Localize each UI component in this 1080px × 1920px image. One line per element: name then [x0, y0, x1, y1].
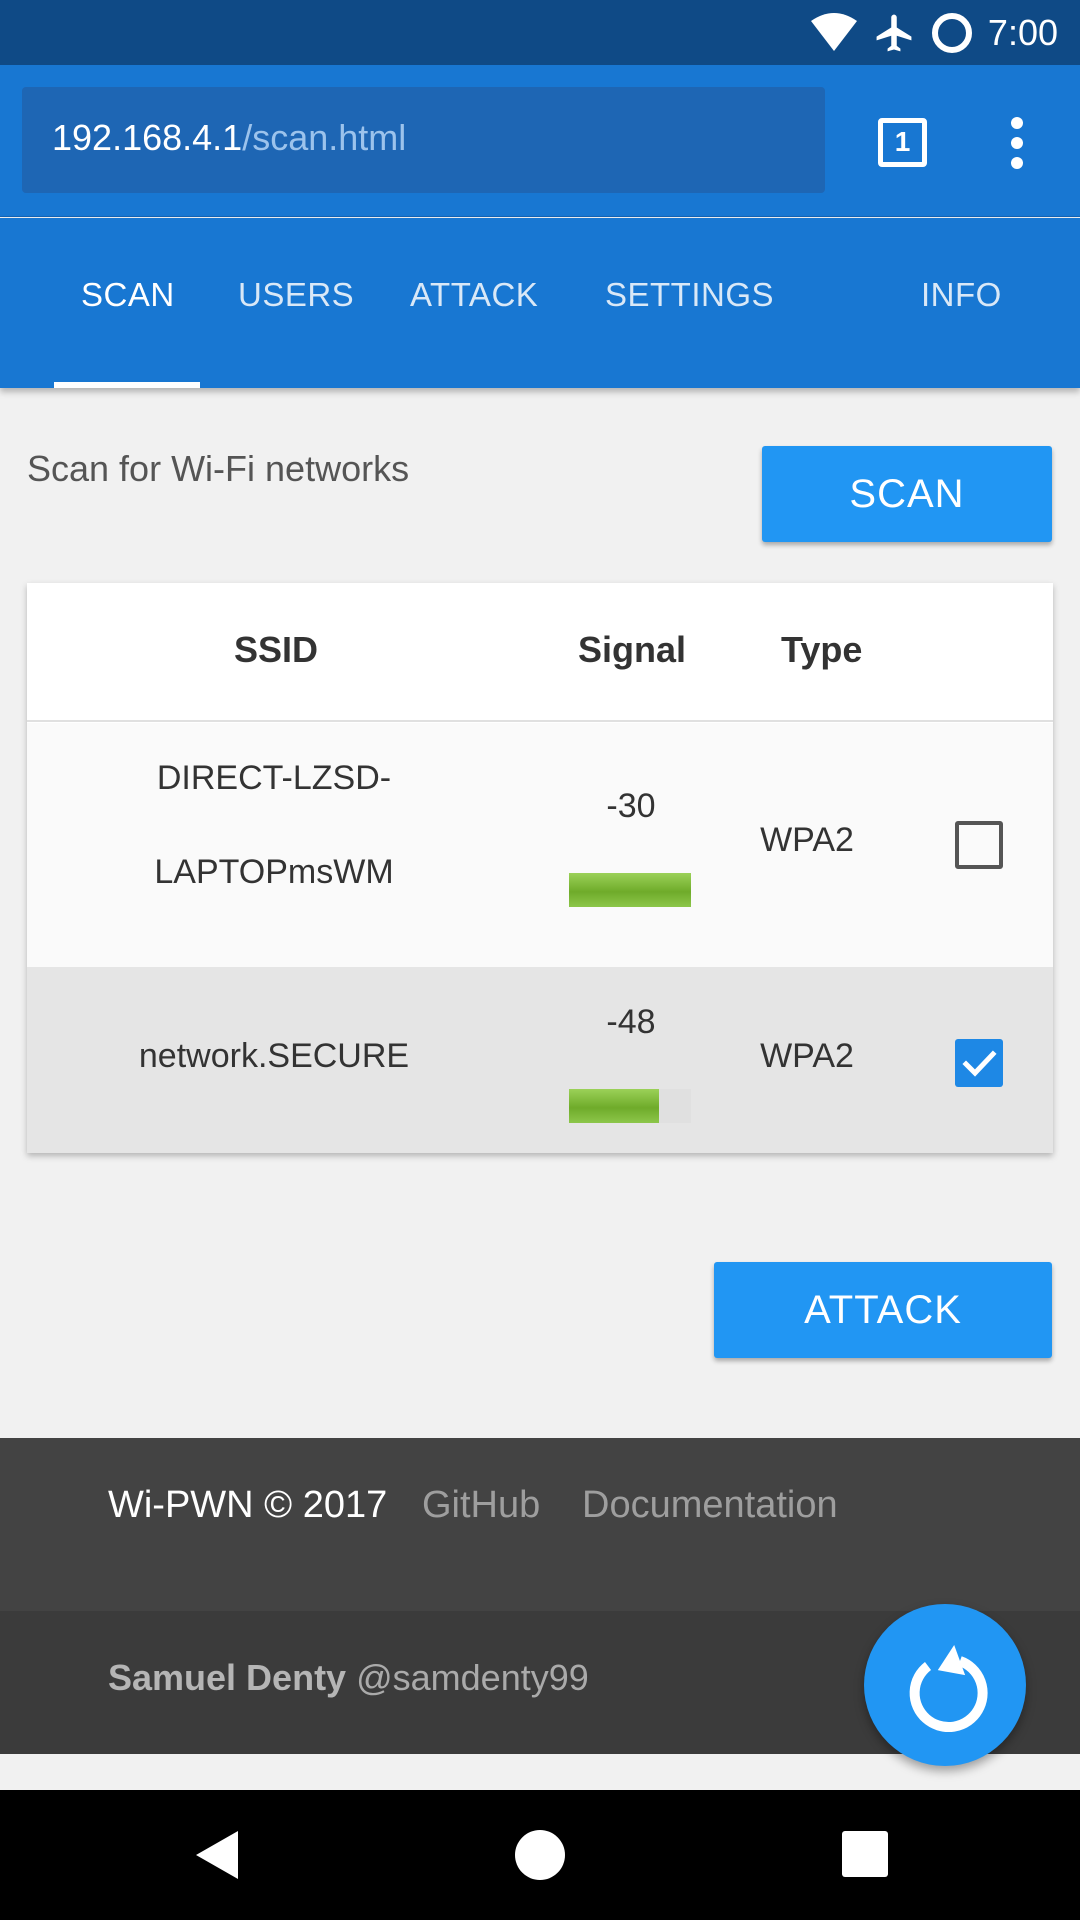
ssid-cell: network.SECURE: [138, 1037, 410, 1075]
footer-links: Wi-PWN © 2017 GitHub Documentation: [0, 1438, 1080, 1611]
active-tab-indicator: [54, 382, 200, 388]
tab-info[interactable]: INFO: [921, 276, 1002, 314]
attack-button[interactable]: ATTACK: [714, 1262, 1052, 1358]
refresh-icon: [909, 1645, 988, 1733]
table-header: SSID Signal Type: [27, 583, 1053, 722]
ssid-cell-line1: DIRECT-LZSD-: [156, 759, 392, 797]
type-cell: WPA2: [760, 821, 854, 859]
author-name: Samuel Denty: [108, 1657, 347, 1698]
networks-table: SSID Signal Type DIRECT-LZSD- LAPTOPmsWM…: [27, 583, 1053, 1153]
signal-bar-fill: [569, 1089, 660, 1123]
signal-bar-fill: [569, 873, 691, 907]
author-credit: Samuel Denty @samdenty99: [108, 1657, 589, 1699]
sync-circle-icon: [931, 13, 972, 53]
tab-switcher-button[interactable]: 1: [878, 118, 927, 167]
footer-copyright: Wi-PWN © 2017: [108, 1484, 388, 1526]
scan-label: Scan for Wi-Fi networks: [27, 448, 410, 489]
signal-value: -30: [606, 787, 656, 825]
github-link[interactable]: GitHub: [422, 1484, 540, 1527]
signal-bar: [569, 1089, 691, 1123]
back-icon[interactable]: [194, 1829, 240, 1881]
author-handle[interactable]: @samdenty99: [356, 1657, 589, 1698]
checkmark-icon: [962, 1050, 997, 1077]
select-checkbox[interactable]: [955, 821, 1003, 869]
system-nav-bar: [0, 1790, 1080, 1920]
overflow-menu-icon[interactable]: [1005, 117, 1029, 169]
tab-settings[interactable]: SETTINGS: [605, 276, 774, 314]
header-type: Type: [781, 629, 863, 670]
select-checkbox-checked[interactable]: [955, 1039, 1003, 1087]
ssid-cell-line2: LAPTOPmsWM: [154, 853, 394, 891]
airplane-icon: [876, 14, 912, 52]
table-row[interactable]: network.SECURE -48 WPA2: [27, 967, 1053, 1153]
refresh-button[interactable]: [864, 1604, 1026, 1766]
tab-users[interactable]: USERS: [238, 276, 354, 314]
url-path: /scan.html: [242, 117, 407, 158]
signal-value: -48: [606, 1003, 656, 1041]
table-row[interactable]: DIRECT-LZSD- LAPTOPmsWM -30 WPA2: [27, 723, 1053, 967]
home-icon[interactable]: [514, 1829, 566, 1881]
header-ssid: SSID: [234, 629, 319, 670]
recents-icon[interactable]: [842, 1831, 888, 1877]
url-host: 192.168.4.1: [52, 117, 243, 158]
wifi-icon: [810, 13, 857, 51]
header-signal: Signal: [578, 629, 687, 670]
tab-attack[interactable]: ATTACK: [410, 276, 538, 314]
documentation-link[interactable]: Documentation: [582, 1484, 838, 1527]
status-bar: 7:00: [0, 0, 1080, 65]
signal-bar: [569, 873, 691, 907]
tab-scan[interactable]: SCAN: [81, 276, 175, 314]
url-text[interactable]: 192.168.4.1/scan.html: [52, 117, 406, 159]
nav-tabs: SCAN USERS ATTACK SETTINGS INFO: [0, 218, 1080, 388]
type-cell: WPA2: [760, 1037, 854, 1075]
status-time: 7:00: [987, 12, 1058, 53]
url-bar[interactable]: 192.168.4.1/scan.html: [22, 87, 825, 193]
status-icons: 7:00: [810, 8, 1058, 58]
browser-toolbar: 192.168.4.1/scan.html 1: [0, 65, 1080, 217]
scan-button[interactable]: SCAN: [762, 446, 1052, 542]
